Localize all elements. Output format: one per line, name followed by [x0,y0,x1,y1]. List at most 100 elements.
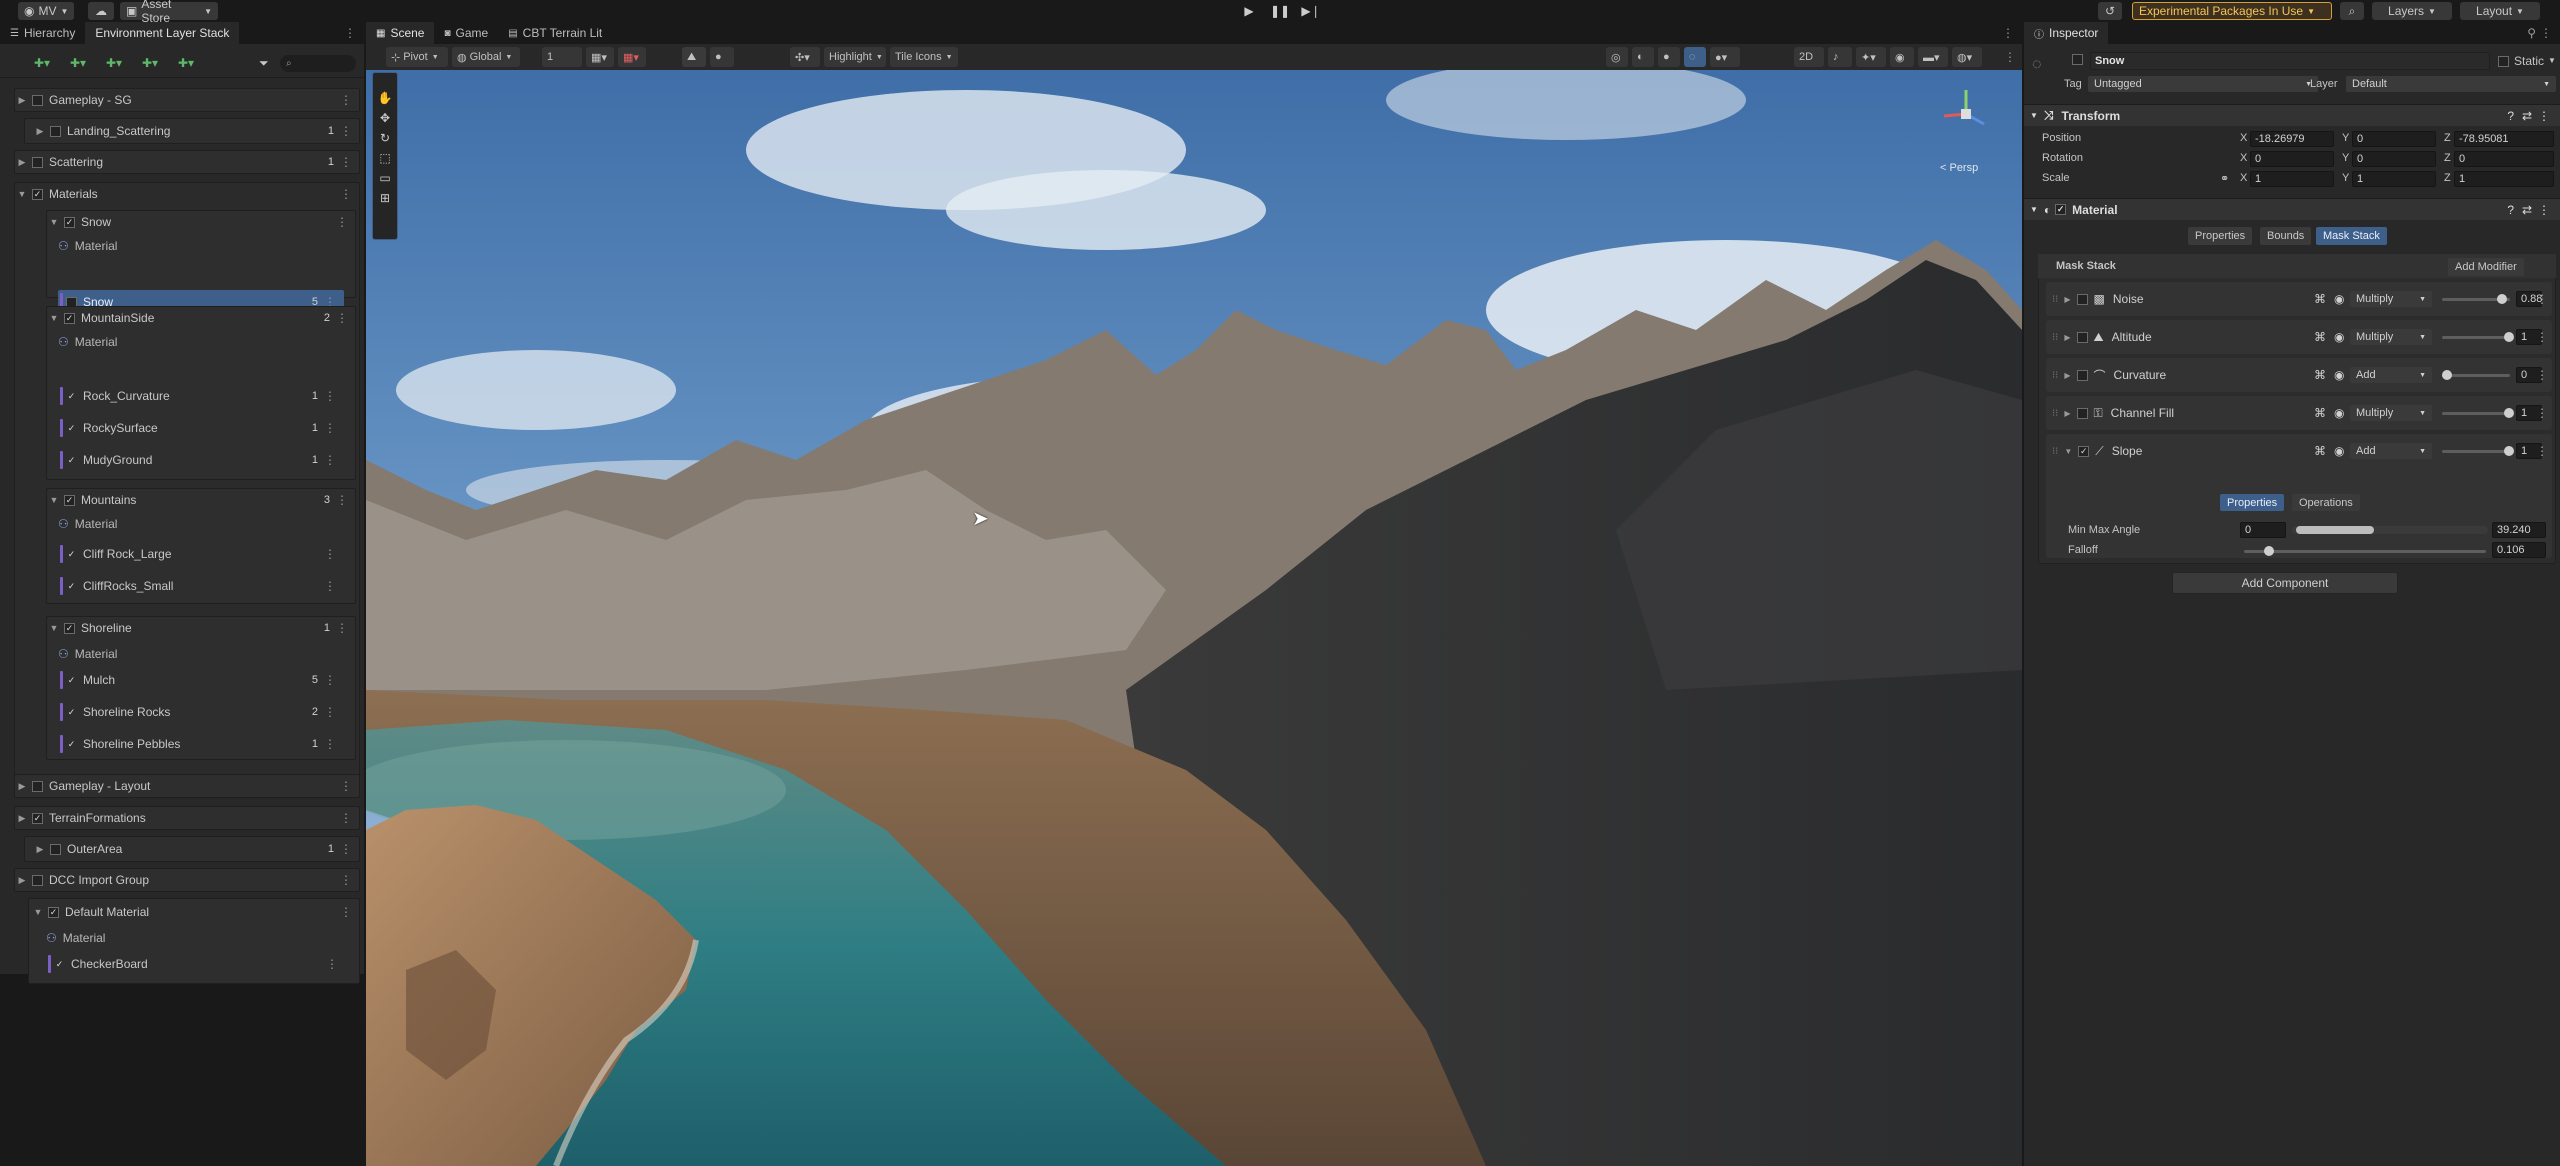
tab-scene[interactable]: ▦ Scene [366,22,435,44]
list-item[interactable]: ▼ ✓ Mountains 3 ⋮ [48,488,356,512]
tile-icons-dropdown[interactable]: Tile Icons ▼ [890,47,958,67]
falloff-slider[interactable] [2244,550,2486,553]
add-component-button[interactable]: Add Component [2172,572,2398,594]
more-icon[interactable]: ⋮ [2538,203,2550,217]
unlit-button[interactable]: ◌ [1684,47,1706,67]
more-icon[interactable]: ⋮ [340,155,352,169]
more-icon[interactable]: ⋮ [2536,368,2548,382]
invert-icon[interactable]: ⌘ [2314,444,2326,458]
2d-toggle[interactable]: 2D [1794,47,1824,67]
chevron-right-icon[interactable]: ▶ [2064,371,2070,380]
chevron-down-icon[interactable]: ▼ [2548,56,2556,65]
perspective-label[interactable]: < Persp [1940,162,1978,174]
slider-knob[interactable] [2504,332,2514,342]
list-item[interactable]: ⚇ Material [58,642,356,666]
orientation-gizmo[interactable] [1936,84,1996,144]
list-item[interactable]: ✓ CliffRocks_Small ⋮ [58,574,344,598]
checkbox[interactable]: ✓ [64,622,75,634]
more-icon[interactable]: ⋮ [2536,444,2548,458]
material-enabled-checkbox[interactable]: ✓ [2055,204,2067,215]
list-item[interactable]: ⚇ Material [58,234,356,258]
wireframe-button[interactable]: ◎ [1606,47,1628,67]
max-angle-field[interactable]: 39.240 [2492,522,2546,538]
tab-bounds[interactable]: Bounds [2260,227,2312,245]
list-item[interactable]: ✓ Shoreline Rocks 2 ⋮ [58,700,344,724]
tab-cbt-terrain-lit[interactable]: ▤ CBT Terrain Lit [498,22,612,44]
more-icon[interactable]: ⋮ [336,493,348,507]
rotation-x-field[interactable]: 0 [2250,151,2334,167]
list-item[interactable]: ▶ Gameplay - Layout ⋮ [16,774,360,798]
opacity-slider[interactable] [2442,336,2510,339]
list-item[interactable]: ✓ Shoreline Pebbles 1 ⋮ [58,732,344,756]
list-item[interactable]: ⚇ Material [58,512,356,536]
fx-dropdown[interactable]: ✦▾ [1856,47,1886,67]
scale-z-field[interactable]: 1 [2454,171,2554,187]
min-max-range-slider[interactable] [2292,526,2488,534]
step-button[interactable]: ▶❘ [1297,2,1325,20]
add-layer-icon[interactable]: ✚▾ [34,56,50,70]
modifier-checkbox[interactable] [2076,293,2088,305]
modifier-checkbox[interactable] [2076,331,2088,343]
more-icon[interactable]: ⋮ [2540,26,2552,40]
list-item[interactable]: ▶ OuterArea 1 ⋮ [34,837,360,861]
more-icon[interactable]: ⋮ [324,737,336,751]
experimental-packages-button[interactable]: Experimental Packages In Use ▼ [2132,2,2332,20]
lock-icon[interactable]: ⚲ [2527,26,2536,40]
list-item[interactable]: ⚇ Material [46,926,346,950]
more-icon[interactable]: ⋮ [340,842,352,856]
list-item[interactable]: ▼ ✓ Default Material ⋮ [32,900,360,924]
drag-handle-icon[interactable]: ⁝⁝ [2052,408,2058,419]
modifier-checkbox[interactable]: ✓ [2078,445,2090,457]
more-icon[interactable]: ⋮ [324,579,336,593]
invert-icon[interactable]: ⌘ [2314,292,2326,306]
layout-dropdown[interactable]: Layout ▼ [2460,2,2540,20]
blend-dropdown[interactable]: Add ▼ [2350,367,2432,383]
invert-icon[interactable]: ⌘ [2314,406,2326,420]
transform-header[interactable]: ▼ ⤨ Transform ? ⇄ ⋮ [2024,104,2560,126]
eye-icon[interactable]: ◉ [2334,406,2344,420]
checkbox[interactable]: ✓ [32,812,43,824]
rotation-y-field[interactable]: 0 [2352,151,2436,167]
transform-tool-icon[interactable]: ⊞ [373,191,397,211]
history-button[interactable]: ↺ [2098,2,2122,20]
more-icon[interactable]: ⋮ [340,124,352,138]
drag-handle-icon[interactable]: ⁝⁝ [2052,370,2058,381]
modifier-checkbox[interactable] [2076,407,2088,419]
modifier-row-curvature[interactable]: ⁝⁝ ▶ ⌒ Curvature ⌘ ◉ Add ▼ 0 ⋮ [2046,358,2552,392]
play-button[interactable]: ▶ [1235,2,1263,20]
opacity-slider[interactable] [2442,374,2510,377]
tab-hierarchy[interactable]: ☰ Hierarchy [0,22,85,44]
more-icon[interactable]: ⋮ [2538,109,2550,123]
more-icon[interactable]: ⋮ [324,421,336,435]
visibility-toggle[interactable]: ◉ [1890,47,1914,67]
blend-dropdown[interactable]: Multiply ▼ [2350,329,2432,345]
slider-knob[interactable] [2504,446,2514,456]
pivot-dropdown[interactable]: ⊹ Pivot ▼ [386,47,448,67]
eye-icon[interactable]: ◉ [2334,292,2344,306]
blend-dropdown[interactable]: Multiply ▼ [2350,405,2432,421]
list-item[interactable]: ✓ Rock_Curvature 1 ⋮ [58,384,344,408]
modifier-row-channel-fill[interactable]: ⁝⁝ ▶ ⚿ Channel Fill ⌘ ◉ Multiply ▼ 1 ⋮ [2046,396,2552,430]
shaded-button[interactable]: ◐ [1632,47,1654,67]
filter-icon[interactable]: ⏷ [259,56,269,71]
chevron-right-icon[interactable]: ▶ [2064,333,2070,342]
more-icon[interactable]: ⋮ [336,215,348,229]
more-icon[interactable]: ⋮ [340,187,352,201]
more-icon[interactable]: ⋮ [2004,50,2016,64]
checkbox[interactable]: ✓ [54,959,65,970]
more-icon[interactable]: ⋮ [336,311,348,325]
chevron-right-icon[interactable]: ▶ [2064,295,2070,304]
eye-icon[interactable]: ◉ [2334,444,2344,458]
drag-handle-icon[interactable]: ⁝⁝ [2052,446,2058,457]
link-icon[interactable]: ⚭ [2220,172,2229,185]
search-input[interactable]: ⌕ [280,55,356,72]
preset-icon[interactable]: ⇄ [2522,203,2532,217]
drag-handle-icon[interactable]: ⁝⁝ [2052,294,2058,305]
audio-toggle[interactable]: ♪ [1828,47,1852,67]
layers-dropdown[interactable]: Layers ▼ [2372,2,2452,20]
more-icon[interactable]: ⋮ [324,547,336,561]
checkbox[interactable]: ✓ [32,188,43,200]
shading-button[interactable]: ● [710,47,734,67]
checkbox[interactable]: ✓ [64,216,75,228]
position-z-field[interactable]: -78.95081 [2454,131,2554,147]
